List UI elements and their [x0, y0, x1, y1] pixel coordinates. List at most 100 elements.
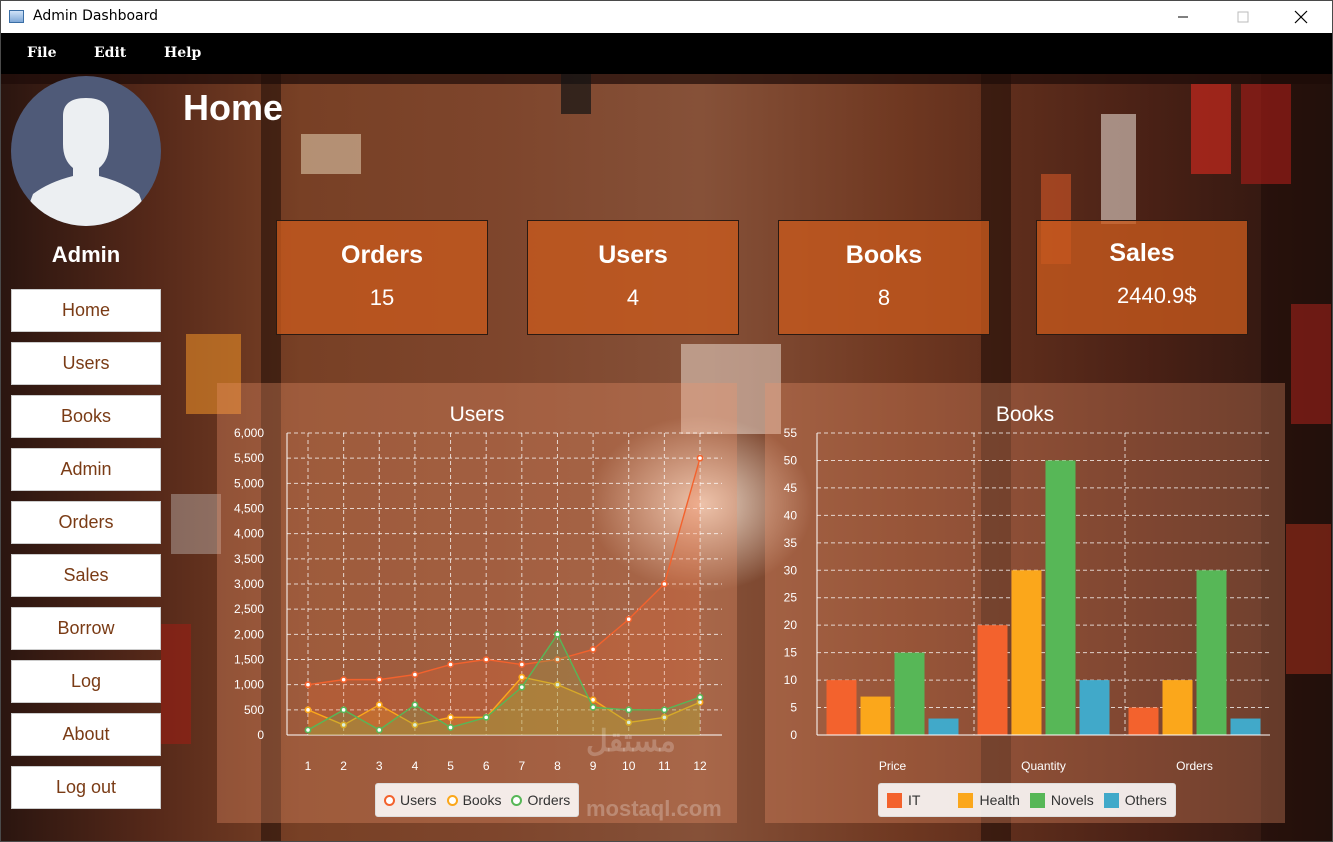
- x-tick-label: 5: [447, 759, 454, 773]
- x-tick-label: 3: [376, 759, 383, 773]
- legend-symbol: [1103, 792, 1119, 808]
- area-fill-users: [308, 458, 700, 735]
- data-point: [340, 676, 348, 684]
- books-bar-chart: 0 5 10 15 20 25 30 35 40 45 50 55 Price Quantity Order…: [784, 426, 1270, 773]
- menu-file[interactable]: File: [27, 45, 56, 61]
- stat-card-users: Users 4: [527, 220, 739, 335]
- y-tick-label: 35: [784, 536, 798, 550]
- stat-value: 15: [369, 285, 395, 310]
- data-point: [625, 615, 633, 623]
- data-point: [518, 661, 526, 668]
- data-point: [625, 706, 633, 714]
- legend-symbol: [887, 792, 902, 808]
- x-tick-label: 10: [622, 759, 636, 773]
- y-tick-label: 5,000: [234, 476, 264, 490]
- x-tick-label: Price: [879, 759, 907, 773]
- window-title: Admin Dashboard: [33, 8, 159, 24]
- y-tick-label: 2,000: [234, 627, 264, 641]
- bar-health: [1011, 570, 1042, 735]
- data-point: [411, 701, 419, 709]
- x-tick-label: 11: [658, 759, 671, 773]
- y-tick-label: 50: [784, 453, 798, 467]
- data-point: [304, 726, 312, 734]
- data-point: [589, 696, 597, 704]
- watermark-url: mostaql.com: [586, 796, 722, 821]
- nav-sales-button[interactable]: Sales: [11, 554, 161, 597]
- nav-log-button[interactable]: Log: [11, 660, 161, 703]
- main-content: Admin Home Users Books Admin Orders Sale…: [1, 74, 1332, 841]
- nav-borrow-button[interactable]: Borrow: [11, 607, 161, 650]
- minimize-button[interactable]: [1160, 1, 1206, 33]
- legend-label: Orders: [527, 792, 571, 808]
- legend-label: Books: [462, 792, 502, 808]
- maximize-icon: [1237, 11, 1249, 23]
- y-tick-label: 55: [784, 426, 798, 440]
- bar-health: [860, 696, 891, 735]
- data-point: [518, 673, 526, 681]
- x-tick-label: 12: [693, 759, 707, 773]
- x-tick-label: 2: [340, 759, 347, 773]
- y-tick-label: 5: [790, 701, 797, 715]
- nav-orders-button[interactable]: Orders: [11, 501, 161, 544]
- nav-books-button[interactable]: Books: [11, 395, 161, 438]
- nav-admin-button[interactable]: Admin: [11, 448, 161, 491]
- close-button[interactable]: [1278, 1, 1324, 33]
- y-tick-label: 2,500: [234, 602, 264, 616]
- stat-label: Users: [598, 241, 668, 269]
- y-tick-label: 25: [784, 591, 798, 605]
- legend-item: Others: [1103, 792, 1167, 808]
- data-point: [696, 454, 704, 462]
- y-tick-label: 3,500: [234, 552, 264, 566]
- menu-edit[interactable]: Edit: [94, 45, 126, 61]
- data-point: [482, 656, 490, 663]
- legend-symbol: [384, 794, 395, 806]
- bar-it: [826, 680, 857, 735]
- data-point: [447, 724, 454, 731]
- y-tick-label: 4,500: [234, 502, 264, 516]
- nav-about-button[interactable]: About: [11, 713, 161, 756]
- data-point: [304, 681, 312, 689]
- y-tick-label: 30: [784, 563, 798, 577]
- x-tick-label: 8: [554, 759, 561, 773]
- watermark-text: مستقل: [586, 725, 676, 758]
- app-window: Admin Dashboard File Edit Help Admin Hom…: [0, 0, 1333, 842]
- data-point: [447, 713, 454, 721]
- maximize-button[interactable]: [1220, 1, 1266, 33]
- legend-symbol: [958, 792, 974, 808]
- stat-value: 8: [877, 285, 891, 310]
- bar-others: [1230, 718, 1261, 735]
- stat-label: Orders: [341, 241, 423, 269]
- nav-users-button[interactable]: Users: [11, 342, 161, 385]
- legend-item: IT: [887, 792, 920, 808]
- x-tick-label: 1: [305, 759, 312, 773]
- y-tick-label: 1,500: [234, 653, 264, 667]
- data-point: [375, 701, 383, 709]
- data-point: [589, 703, 597, 711]
- y-tick-label: 5,500: [234, 451, 264, 465]
- legend-item: Books: [446, 792, 502, 808]
- bar-it: [1128, 707, 1159, 735]
- users-chart-legend: Users Books Orders: [375, 783, 580, 817]
- legend-label: Others: [1124, 792, 1167, 808]
- legend-label: Users: [400, 792, 437, 808]
- stat-card-orders: Orders 15: [276, 220, 488, 335]
- legend-item: Health: [958, 792, 1020, 808]
- data-point: [375, 726, 383, 734]
- legend-label: Novels: [1050, 792, 1094, 808]
- user-name: Admin: [51, 242, 121, 267]
- y-tick-label: 0: [790, 728, 797, 742]
- nav-logout-button[interactable]: Log out: [11, 766, 161, 809]
- y-tick-label: 45: [784, 481, 798, 495]
- stat-value: 2440.9$: [1117, 283, 1197, 308]
- stat-label: Books: [845, 241, 923, 269]
- x-tick-label: 4: [412, 759, 419, 773]
- app-icon: [9, 10, 24, 23]
- bar-it: [977, 625, 1008, 735]
- avatar: [11, 76, 161, 226]
- legend-symbol: [446, 794, 458, 806]
- menu-bar: File Edit Help: [1, 33, 1332, 74]
- legend-item: Novels: [1029, 792, 1094, 808]
- stat-value: 4: [626, 285, 640, 310]
- nav-home-button[interactable]: Home: [11, 289, 161, 332]
- menu-help[interactable]: Help: [164, 45, 201, 61]
